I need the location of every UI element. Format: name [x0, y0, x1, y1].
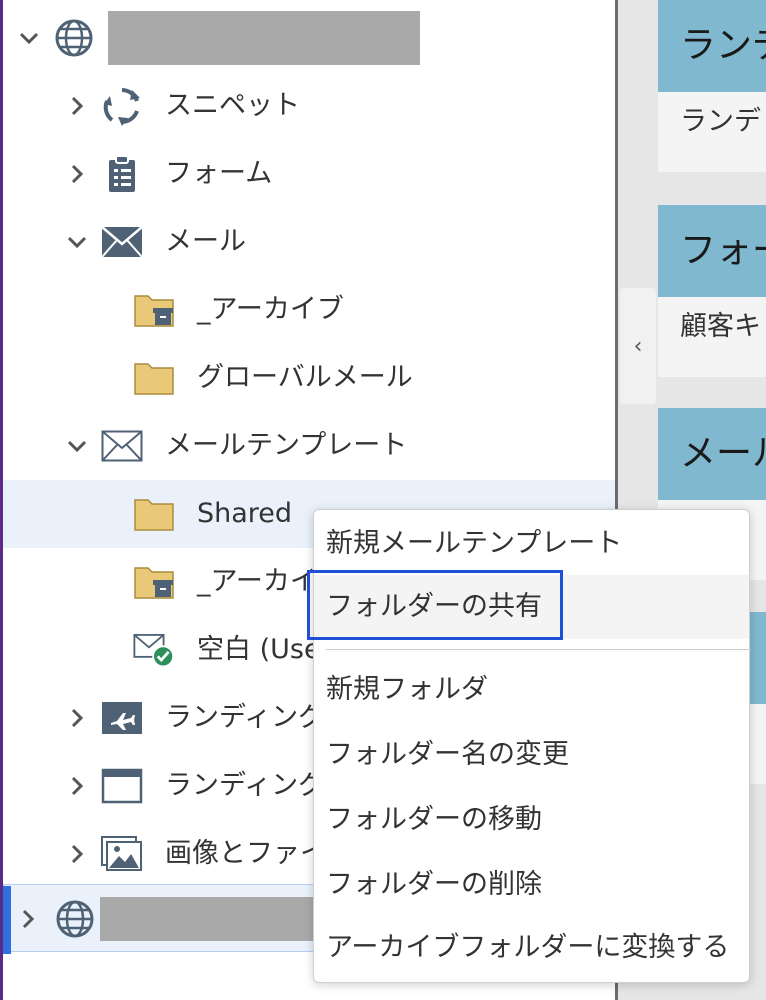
- chevron-down-icon[interactable]: [67, 232, 87, 252]
- card-description: 顧客キ: [658, 297, 766, 377]
- archive-folder-icon: [133, 562, 175, 602]
- tree-item-label: 画像とファイ: [165, 838, 327, 869]
- tree-item-label: _アーカイブ: [197, 294, 344, 325]
- menu-item-rename-folder[interactable]: フォルダー名の変更: [314, 723, 749, 787]
- folder-icon: [133, 358, 175, 398]
- globe-icon: [53, 18, 95, 58]
- tree-item-label: メール: [165, 226, 246, 257]
- menu-separator: [326, 649, 751, 650]
- tree-item-label: Shared: [197, 498, 293, 529]
- chevron-down-icon[interactable]: [67, 436, 87, 456]
- menu-item-move-folder[interactable]: フォルダーの移動: [314, 788, 749, 852]
- tree-item-label: ランディング: [165, 702, 326, 733]
- chevron-right-icon[interactable]: [67, 708, 87, 728]
- menu-item-convert-to-archive[interactable]: アーカイブフォルダーに変換する: [314, 916, 749, 980]
- window-icon: [101, 766, 143, 806]
- clipboard-icon: [101, 154, 143, 194]
- chevron-right-icon[interactable]: [67, 776, 87, 796]
- snippet-icon: [101, 86, 143, 126]
- menu-item-new-email-template[interactable]: 新規メールテンプレート: [314, 512, 749, 576]
- chevron-right-icon[interactable]: [67, 164, 87, 184]
- content-card[interactable]: ランデ ランデ: [658, 0, 766, 172]
- images-icon: [101, 834, 143, 874]
- tree-item-label: グローバルメール: [197, 362, 413, 393]
- tree-item-label: ランディング: [165, 770, 326, 801]
- envelope-icon: [101, 222, 143, 262]
- tree-item-label: スニペット: [165, 90, 300, 121]
- chevron-right-icon[interactable]: [67, 96, 87, 116]
- chevron-right-icon[interactable]: [18, 909, 38, 929]
- tree-item-label: 空白 (Use: [197, 634, 321, 665]
- card-title: メール: [658, 408, 766, 500]
- archive-folder-icon: [133, 290, 175, 330]
- tree-item-label: フォーム: [165, 158, 273, 189]
- tree-item-label: メールテンプレート: [165, 430, 408, 461]
- card-title: フォー: [658, 205, 766, 297]
- redacted-root-name: [108, 11, 420, 65]
- globe-icon: [54, 899, 96, 939]
- tree-item-label: _アーカイ: [197, 566, 317, 597]
- tree-item-email-templates[interactable]: メールテンプレート: [3, 412, 615, 480]
- envelope-outline-icon: [101, 426, 143, 466]
- menu-item-new-folder[interactable]: 新規フォルダ: [314, 658, 749, 722]
- chevron-down-icon[interactable]: [19, 28, 39, 48]
- landing-page-icon: [101, 698, 143, 738]
- chevron-right-icon[interactable]: [67, 844, 87, 864]
- redacted-root-name: [100, 897, 314, 941]
- menu-item-delete-folder[interactable]: フォルダーの削除: [314, 853, 749, 917]
- collapse-panel-button[interactable]: ‹: [620, 288, 656, 404]
- tree-item-archive[interactable]: _アーカイブ: [3, 276, 615, 344]
- folder-icon: [133, 494, 175, 534]
- card-description: ランデ: [658, 92, 766, 172]
- card-title: ランデ: [658, 0, 766, 92]
- tree-item-snippets[interactable]: スニペット: [3, 72, 615, 140]
- tree-item-email[interactable]: メール: [3, 208, 615, 276]
- selection-indicator: [3, 886, 11, 954]
- content-card[interactable]: フォー 顧客キ: [658, 205, 766, 377]
- tree-item-forms[interactable]: フォーム: [3, 140, 615, 208]
- tree-root[interactable]: [3, 4, 615, 72]
- focus-highlight: [307, 570, 563, 640]
- chevron-left-icon: ‹: [633, 333, 643, 359]
- email-approved-icon: [133, 630, 175, 670]
- tree-item-global-email[interactable]: グローバルメール: [3, 344, 615, 412]
